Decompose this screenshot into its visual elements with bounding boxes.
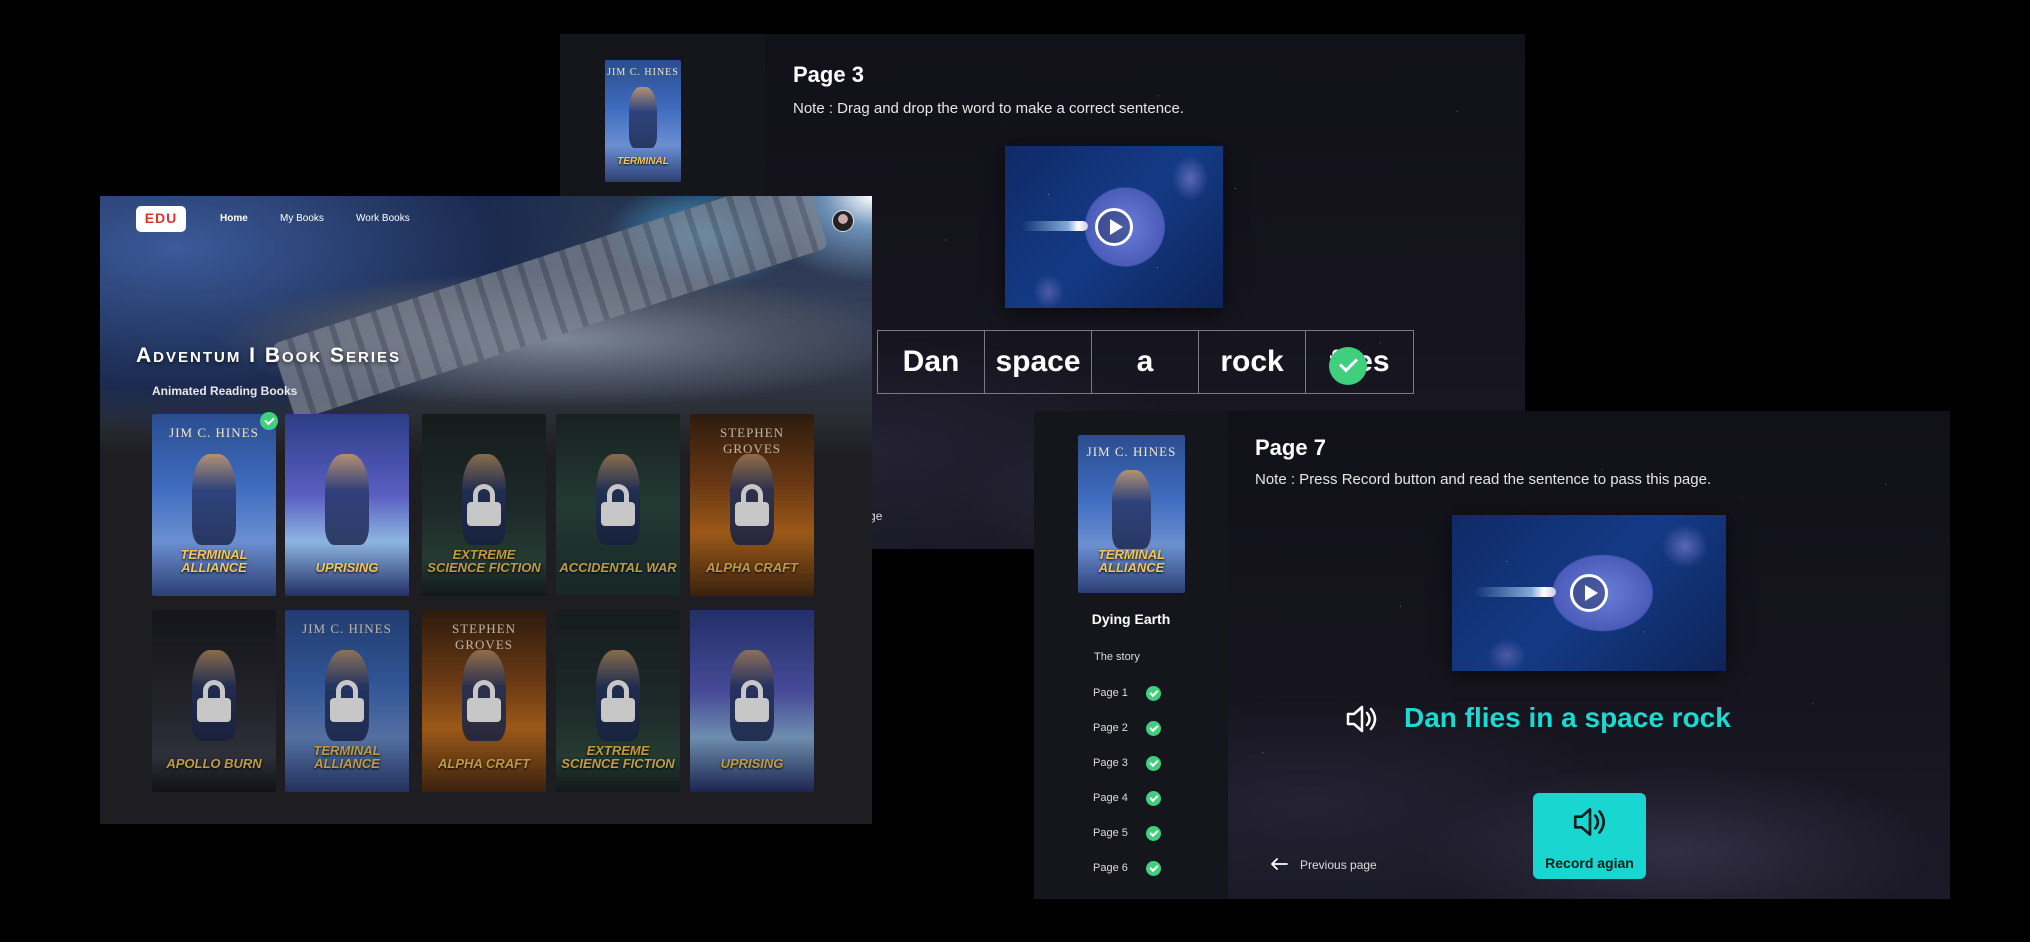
arrow-left-icon[interactable]: [1270, 858, 1288, 870]
page7-sidebar: JIM C. HINES TERMINAL ALLIANCE Dying Ear…: [1034, 411, 1228, 899]
check-icon: [1146, 721, 1161, 736]
cover-title: TERMINAL ALLIANCE: [1097, 547, 1166, 576]
speaker-icon[interactable]: [1344, 701, 1380, 737]
cover-title: ALPHA CRAFT: [706, 560, 798, 576]
home-panel: EDU Home My Books Work Books Adventum I …: [100, 196, 872, 824]
cover-title: TERMINAL ALLIANCE: [313, 743, 381, 772]
cover-title: ALPHA CRAFT: [438, 756, 530, 772]
play-icon[interactable]: [1570, 574, 1608, 612]
page7-panel: JIM C. HINES TERMINAL ALLIANCE Dying Ear…: [1034, 411, 1950, 899]
page-title: Page 3: [793, 62, 864, 87]
speaker-icon: [1573, 808, 1606, 836]
lock-icon: [197, 680, 231, 722]
spaceship-art: [1022, 220, 1088, 231]
instruction-note: Note : Press Record button and read the …: [1255, 471, 1712, 488]
cover-title: APOLLO BURN: [166, 756, 262, 772]
avatar[interactable]: [832, 210, 854, 232]
book-cover[interactable]: APOLLO BURN: [152, 610, 276, 792]
book-cover[interactable]: EXTREME SCIENCE FICTION: [422, 414, 546, 596]
book-cover[interactable]: UPRISING: [285, 414, 409, 596]
nav-work-books[interactable]: Work Books: [356, 213, 410, 224]
check-icon: [1146, 756, 1161, 771]
book-cover[interactable]: JIM C. HINES TERMINAL ALLIANCE: [285, 610, 409, 792]
cover-figure: [324, 454, 370, 546]
screenshot-stage: JIM C. HINES TERMINAL Page 3 Note : Drag…: [0, 0, 2030, 942]
word-tile[interactable]: rock: [1199, 331, 1306, 393]
lock-icon: [467, 484, 501, 526]
sidebar-book-cover: JIM C. HINES TERMINAL ALLIANCE: [1078, 435, 1185, 593]
cover-title: TERMINAL ALLIANCE: [180, 547, 248, 576]
cover-title: EXTREME SCIENCE FICTION: [561, 743, 675, 772]
cover-title: UPRISING: [720, 756, 784, 772]
cover-author: JIM C. HINES: [1086, 444, 1177, 460]
cover-figure: [1112, 469, 1151, 549]
cover-author: JIM C. HINES: [169, 424, 259, 440]
page-list-item[interactable]: Page 3: [1093, 757, 1128, 769]
cover-author: JIM C. HINES: [607, 67, 679, 79]
nav-my-books[interactable]: My Books: [280, 213, 324, 224]
section-label: Animated Reading Books: [152, 384, 298, 398]
lock-icon: [467, 680, 501, 722]
video-player[interactable]: [1452, 515, 1726, 671]
book-cover[interactable]: UPRISING: [690, 610, 814, 792]
cover-title: EXTREME SCIENCE FICTION: [427, 547, 541, 576]
play-icon[interactable]: [1095, 208, 1133, 246]
word-tile[interactable]: Dan: [878, 331, 985, 393]
series-title: Adventum I Book Series: [136, 344, 402, 367]
page-list-item[interactable]: Page 5: [1093, 827, 1128, 839]
cover-author: STEPHEN GROVES: [451, 620, 517, 652]
sidebar-book-cover: JIM C. HINES TERMINAL: [605, 60, 681, 182]
lock-icon: [330, 680, 364, 722]
word-tile[interactable]: a: [1092, 331, 1199, 393]
cover-title: TERMINAL: [617, 156, 669, 168]
book-name: Dying Earth: [1091, 611, 1171, 627]
book-cover[interactable]: EXTREME SCIENCE FICTION: [556, 610, 680, 792]
app-logo[interactable]: EDU: [136, 206, 186, 232]
target-sentence: Dan flies in a space rock: [1404, 702, 1731, 733]
check-icon: [1146, 826, 1161, 841]
cover-figure: [629, 86, 657, 148]
cover-author: STEPHEN GROVES: [719, 424, 785, 456]
lock-icon: [601, 680, 635, 722]
record-button-label: Record agian: [1545, 855, 1634, 871]
book-cover[interactable]: STEPHEN GROVES ALPHA CRAFT: [690, 414, 814, 596]
nav-home[interactable]: Home: [220, 213, 248, 224]
check-icon: [1329, 347, 1367, 385]
story-link[interactable]: The story: [1094, 651, 1140, 663]
lock-icon: [735, 484, 769, 526]
check-icon: [1146, 791, 1161, 806]
lock-icon: [601, 484, 635, 526]
lock-icon: [735, 680, 769, 722]
spaceship-art: [271, 196, 829, 421]
record-button[interactable]: Record agian: [1533, 793, 1646, 879]
cover-author: JIM C. HINES: [302, 620, 392, 636]
page-list-item[interactable]: Page 2: [1093, 722, 1128, 734]
video-player[interactable]: [1005, 146, 1223, 308]
page7-main: Page 7 Note : Press Record button and re…: [1228, 411, 1950, 899]
spaceship-art: [1473, 586, 1557, 597]
previous-page-link[interactable]: Previous page: [1300, 858, 1377, 872]
page-list-item[interactable]: Page 6: [1093, 862, 1128, 874]
page-title: Page 7: [1255, 435, 1326, 460]
page-list-item[interactable]: Page 1: [1093, 687, 1128, 699]
word-tile[interactable]: space: [985, 331, 1092, 393]
book-cover[interactable]: ACCIDENTAL WAR: [556, 414, 680, 596]
check-icon: [1146, 686, 1161, 701]
instruction-note: Note : Drag and drop the word to make a …: [793, 100, 1185, 117]
cover-title: UPRISING: [315, 560, 379, 576]
book-cover[interactable]: STEPHEN GROVES ALPHA CRAFT: [422, 610, 546, 792]
cover-figure: [191, 454, 237, 546]
book-cover[interactable]: JIM C. HINES TERMINAL ALLIANCE: [152, 414, 276, 596]
cover-title: ACCIDENTAL WAR: [559, 560, 677, 576]
check-icon: [260, 412, 278, 430]
check-icon: [1146, 861, 1161, 876]
page-list-item[interactable]: Page 4: [1093, 792, 1128, 804]
